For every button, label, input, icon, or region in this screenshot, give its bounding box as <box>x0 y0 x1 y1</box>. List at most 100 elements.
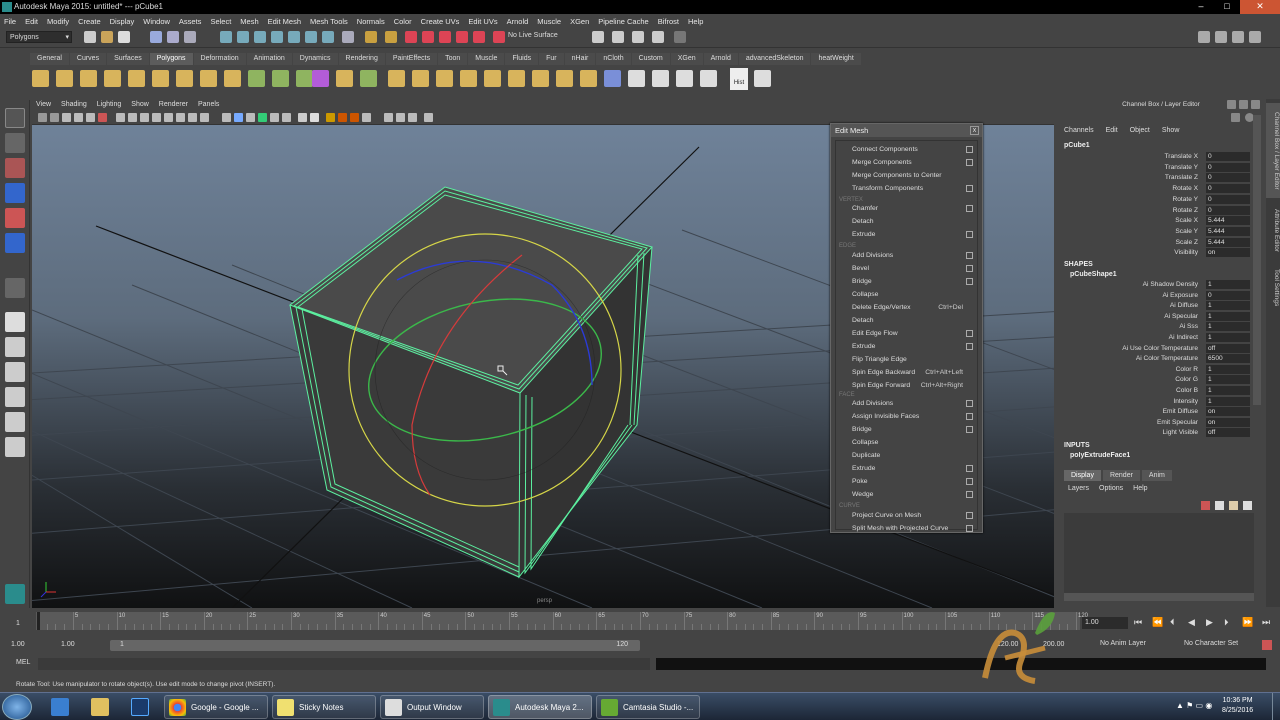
shelf-tab-muscle[interactable]: Muscle <box>468 53 505 65</box>
xray-joints-icon[interactable] <box>384 113 393 122</box>
graph-layout-icon[interactable] <box>5 412 25 432</box>
go-to-end-icon[interactable]: ⏭ <box>1262 617 1270 628</box>
gate-mask-icon[interactable] <box>152 113 161 122</box>
attr-label-ai-use-color-temperature[interactable]: Ai Use Color Temperature <box>1058 345 1198 352</box>
panel-layout-icon[interactable] <box>1251 100 1260 109</box>
render-frame-icon[interactable] <box>612 31 624 43</box>
open-scene-icon[interactable] <box>101 31 113 43</box>
use-lights-icon[interactable] <box>270 113 279 122</box>
grid-toggle-icon[interactable] <box>116 113 125 122</box>
shelf-tab-xgen[interactable]: XGen <box>670 53 703 65</box>
attr-label-ai-sss[interactable]: Ai Sss <box>1058 323 1198 330</box>
mel-label[interactable]: MEL <box>16 659 30 666</box>
close-icon[interactable]: x <box>970 126 979 135</box>
viewport-menu-lighting[interactable]: Lighting <box>97 99 122 111</box>
shelf-tab-painteffects[interactable]: PaintEffects <box>385 53 438 65</box>
edit-mesh-item-merge-components-to-center[interactable]: Merge Components to Center <box>836 170 977 182</box>
collapse-icon[interactable] <box>580 70 597 87</box>
attr-field[interactable] <box>1206 205 1250 215</box>
clock[interactable]: 10:36 PM 8/25/2016 <box>1222 696 1253 716</box>
snap-view-icon[interactable] <box>456 31 468 43</box>
snap-surface-icon[interactable] <box>473 31 485 43</box>
separate-icon[interactable] <box>272 70 289 87</box>
image-plane-icon[interactable] <box>74 113 83 122</box>
four-pane-layout-icon[interactable] <box>5 337 25 357</box>
multisample-icon[interactable] <box>326 113 335 122</box>
shelf-tab-curves[interactable]: Curves <box>69 53 107 65</box>
move-down-icon[interactable] <box>1243 501 1252 510</box>
option-box-icon[interactable] <box>966 478 973 485</box>
go-to-start-icon[interactable]: ⏮ <box>1134 617 1142 628</box>
attr-label-ai-diffuse[interactable]: Ai Diffuse <box>1058 302 1198 309</box>
command-input[interactable] <box>38 658 650 670</box>
uv-icon[interactable] <box>700 70 717 87</box>
poly-prism-icon[interactable] <box>176 70 193 87</box>
pinned-ie[interactable] <box>42 695 78 719</box>
show-manipulator-icon[interactable] <box>5 278 25 298</box>
attr-value[interactable]: 0 <box>1208 164 1212 171</box>
attr-value[interactable]: on <box>1208 408 1215 415</box>
option-box-icon[interactable] <box>966 146 973 153</box>
shelf-tab-advancedskeleton[interactable]: advancedSkeleton <box>738 53 811 65</box>
pick-mask-icon[interactable] <box>271 31 283 43</box>
menu-mesh-tools[interactable]: Mesh Tools <box>310 17 348 26</box>
uv-icon[interactable] <box>628 70 645 87</box>
menu-xgen[interactable]: XGen <box>570 17 589 26</box>
shelf-tab-dynamics[interactable]: Dynamics <box>292 53 338 65</box>
edit-mesh-item-project-curve-on-mesh[interactable]: Project Curve on Mesh <box>836 510 977 522</box>
option-box-icon[interactable] <box>966 525 973 532</box>
channel-menu-show[interactable]: Show <box>1162 127 1180 134</box>
attr-value[interactable]: 5.444 <box>1208 239 1225 246</box>
task-output-window[interactable]: Output Window <box>380 695 484 719</box>
menu-modify[interactable]: Modify <box>47 17 69 26</box>
shelf-tab-toon[interactable]: Toon <box>438 53 468 65</box>
attr-field[interactable] <box>1206 375 1250 385</box>
current-frame-field[interactable]: 1.00 <box>1082 617 1128 629</box>
option-box-icon[interactable] <box>966 231 973 238</box>
hypershade-icon[interactable] <box>674 31 686 43</box>
attr-label-ai-specular[interactable]: Ai Specular <box>1058 313 1198 320</box>
boolean-icon[interactable] <box>336 70 353 87</box>
textured-icon[interactable] <box>258 113 267 122</box>
attr-field[interactable] <box>1206 162 1250 172</box>
auto-key-icon[interactable] <box>1262 640 1272 650</box>
snap-point-icon[interactable] <box>439 31 451 43</box>
shelf-tab-arnold[interactable]: Arnold <box>703 53 738 65</box>
viewport-menu-renderer[interactable]: Renderer <box>159 99 188 111</box>
menu-mesh[interactable]: Mesh <box>240 17 258 26</box>
field-chart-icon[interactable] <box>164 113 173 122</box>
shelf-tab-nhair[interactable]: nHair <box>564 53 596 65</box>
safe-action-icon[interactable] <box>176 113 185 122</box>
xray-icon[interactable] <box>362 113 371 122</box>
viewport-menu-view[interactable]: View <box>36 99 51 111</box>
snap-curve-icon[interactable] <box>422 31 434 43</box>
isolate-select-icon[interactable] <box>200 113 209 122</box>
menu-normals[interactable]: Normals <box>357 17 385 26</box>
layer-menu-options[interactable]: Options <box>1099 485 1123 492</box>
motion-blur-icon[interactable] <box>310 113 319 122</box>
edit-mesh-item-chamfer[interactable]: Chamfer <box>836 203 977 215</box>
option-box-icon[interactable] <box>966 159 973 166</box>
edit-mesh-item-assign-invisible-faces[interactable]: Assign Invisible Faces <box>836 411 977 423</box>
task-sticky-notes[interactable]: Sticky Notes <box>272 695 376 719</box>
attr-label-color-b[interactable]: Color B <box>1058 387 1198 394</box>
animation-start-field[interactable]: 1.00 <box>8 639 52 651</box>
menu-edit-uvs[interactable]: Edit UVs <box>468 17 497 26</box>
attr-field[interactable] <box>1206 301 1250 311</box>
attr-value[interactable]: on <box>1208 249 1215 256</box>
selected-object-name[interactable]: pCube1 <box>1064 142 1090 149</box>
smooth-shade-icon[interactable] <box>234 113 243 122</box>
option-box-icon[interactable] <box>966 426 973 433</box>
attr-value[interactable]: 1 <box>1208 313 1212 320</box>
menu-pipeline-cache[interactable]: Pipeline Cache <box>598 17 648 26</box>
extract-icon[interactable] <box>296 70 313 87</box>
shelf-tab-fur[interactable]: Fur <box>539 53 564 65</box>
attr-field[interactable] <box>1206 322 1250 332</box>
attr-label-rotate-z[interactable]: Rotate Z <box>1058 207 1198 214</box>
layer-menu-layers[interactable]: Layers <box>1068 485 1089 492</box>
play-backward-icon[interactable]: ◀ <box>1188 617 1195 628</box>
viewport-menu-show[interactable]: Show <box>131 99 149 111</box>
move-up-icon[interactable] <box>1229 501 1238 510</box>
bookmark-icon[interactable] <box>62 113 71 122</box>
channel-menu-object[interactable]: Object <box>1130 127 1150 134</box>
